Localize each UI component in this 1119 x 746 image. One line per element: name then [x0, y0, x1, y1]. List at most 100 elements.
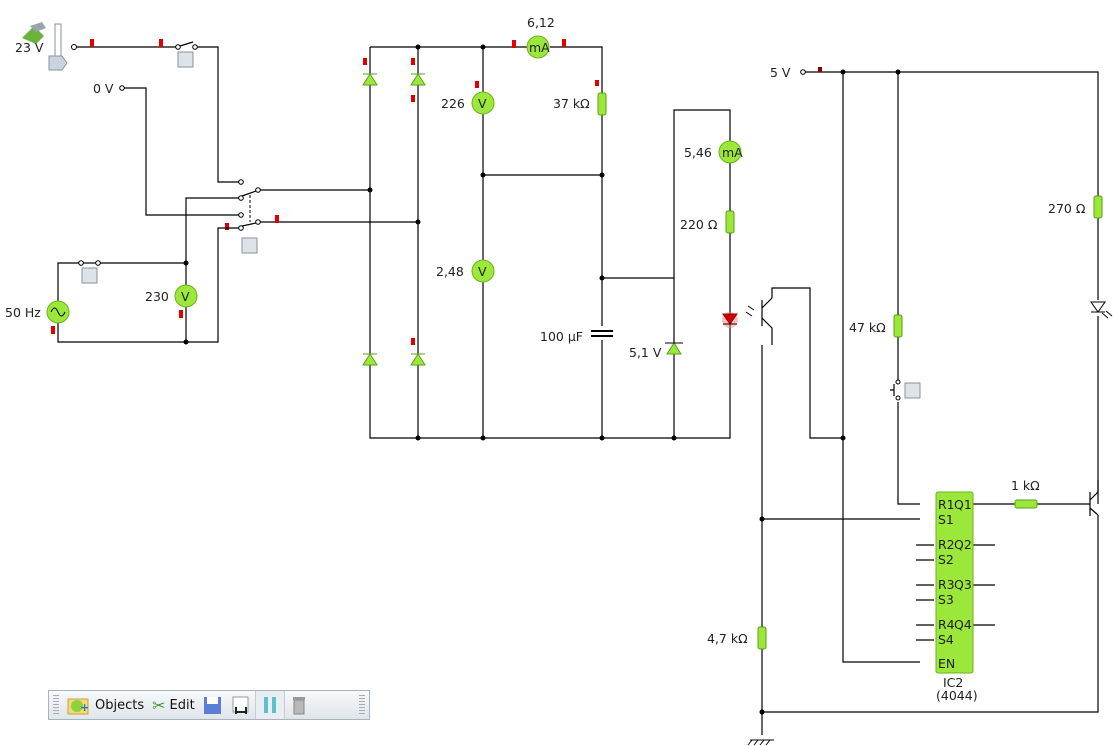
- ammeter-led: mA 5,46: [684, 140, 743, 164]
- circuit-mark: [159, 39, 163, 47]
- circuit-mark: [192, 44, 198, 50]
- label: S1: [938, 512, 954, 527]
- circuit-mark: [599, 275, 605, 281]
- save-icon: [203, 697, 221, 714]
- wire: [369, 46, 731, 439]
- ic-4044: R1S1 R2S2 R3S3 R4S4 EN Q1Q2 Q3Q4 IC2 (40…: [935, 491, 978, 703]
- wire: [197, 46, 239, 183]
- push-button[interactable]: [904, 382, 921, 399]
- circuit-mark: [255, 219, 261, 225]
- switch-ac[interactable]: [78, 260, 101, 284]
- label: S3: [938, 592, 954, 607]
- npn-transistor: [1089, 480, 1099, 516]
- pause-button[interactable]: [254, 691, 285, 719]
- circuit-mark: [671, 435, 677, 441]
- label: 4,7 kΩ: [707, 631, 748, 646]
- circuit-mark: [562, 39, 566, 47]
- delete-button[interactable]: [285, 691, 313, 719]
- dc-voltage-source[interactable]: 23 V: [15, 22, 77, 71]
- resistor-220: 220 Ω: [680, 210, 735, 234]
- dpdt-switch[interactable]: [238, 179, 261, 254]
- circuit-mark: [90, 39, 94, 47]
- circuit-mark: [410, 353, 426, 366]
- voltmeter-bottom: V 2,48: [436, 259, 495, 283]
- dpdt-switch-button[interactable]: [241, 237, 258, 254]
- circuit-mark: [71, 44, 77, 50]
- save-as-icon: [232, 696, 249, 714]
- zero-voltage-label: 0 V: [93, 81, 114, 96]
- wire: [241, 190, 257, 227]
- add-objects-icon: +: [67, 698, 89, 715]
- ammeter-led-reading: 5,46: [684, 145, 712, 160]
- zener-diode: 5,1 V: [629, 342, 683, 360]
- resistor-37k: 37 kΩ: [553, 80, 607, 116]
- circuit-mark: [595, 80, 599, 86]
- label: +: [80, 701, 89, 714]
- circuit-mark: [119, 85, 125, 91]
- circuit-mark: [275, 215, 279, 223]
- circuit-mark: [51, 326, 55, 334]
- circuit-mark: [410, 73, 426, 86]
- switch-ac-button[interactable]: [81, 267, 98, 284]
- label: R1: [938, 497, 955, 512]
- save-as-button[interactable]: [227, 691, 255, 719]
- edit-button[interactable]: ✂ Edit: [148, 691, 199, 719]
- circuit-mark: [895, 69, 901, 75]
- circuit-canvas[interactable]: 23 V 0 V 50 Hz V 230 mA 6,12 V 226 V 2,4…: [0, 0, 1119, 746]
- circuit-mark: [179, 310, 183, 318]
- voltmeter-bottom-reading: 2,48: [436, 264, 464, 279]
- resistor-1k: 1 kΩ: [1011, 478, 1040, 509]
- circuit-mark: [293, 699, 305, 715]
- circuit-mark: [893, 314, 903, 338]
- label: 47 kΩ: [849, 320, 886, 335]
- ac-source[interactable]: 50 Hz: [5, 300, 70, 334]
- circuit-mark: [757, 626, 767, 650]
- circuit-mark: [480, 44, 486, 50]
- bridge-diodes: [362, 58, 426, 366]
- led-red: [722, 312, 738, 328]
- label: mA: [529, 40, 550, 55]
- ac-voltmeter-reading: 230: [145, 289, 169, 304]
- label: V: [181, 289, 190, 304]
- circuit-mark: [597, 92, 607, 116]
- logic-supply-label: 5 V: [770, 65, 791, 80]
- ac-frequency-label: 50 Hz: [5, 305, 41, 320]
- push-button-switch[interactable]: [890, 379, 921, 402]
- wire: [179, 41, 194, 47]
- label: S2: [938, 552, 954, 567]
- circuit-mark: [800, 69, 806, 75]
- label: V: [478, 96, 487, 111]
- label: 270 Ω: [1048, 201, 1086, 216]
- toolbar-grip-right[interactable]: [359, 695, 365, 715]
- ammeter-main-reading: 6,12: [527, 15, 555, 30]
- toolbar-grip[interactable]: [53, 695, 59, 715]
- label: V: [478, 264, 487, 279]
- save-button[interactable]: [199, 691, 227, 719]
- circuit-mark: [175, 44, 181, 50]
- label: Q2: [954, 537, 972, 552]
- voltage-slider-handle[interactable]: [48, 55, 68, 71]
- circuit-mark: [238, 212, 244, 218]
- label: Q3: [954, 577, 972, 592]
- voltage-slider-track[interactable]: [54, 23, 62, 59]
- trash-icon: [292, 697, 305, 715]
- led-output: [1090, 300, 1113, 319]
- switch-top[interactable]: [175, 41, 198, 68]
- wire: [890, 384, 895, 396]
- circuit-mark: [238, 179, 244, 185]
- circuit-mark: [512, 40, 516, 48]
- circuit-mark: [206, 697, 218, 704]
- label: R4: [938, 617, 955, 632]
- objects-button[interactable]: + Objects: [63, 691, 148, 719]
- ac-voltmeter: V 230: [145, 284, 198, 318]
- circuit-mark: [78, 260, 84, 266]
- switch-top-button[interactable]: [177, 51, 194, 68]
- label: 37 kΩ: [553, 96, 590, 111]
- circuit-mark: [1014, 499, 1038, 509]
- label: Q4: [954, 617, 972, 632]
- capacitor-100uF: 100 µF: [540, 326, 614, 344]
- scissors-icon: ✂: [152, 695, 166, 715]
- circuit-mark: [95, 260, 101, 266]
- circuit-mark: [480, 172, 486, 178]
- label: 100 µF: [540, 329, 583, 344]
